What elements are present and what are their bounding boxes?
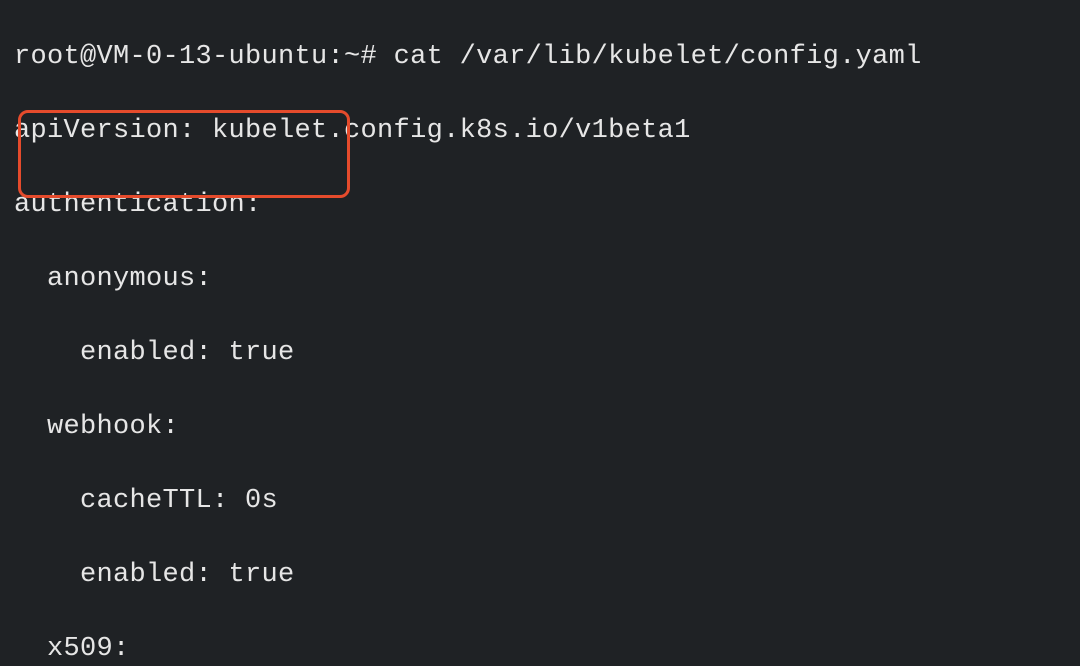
output-line: cacheTTL: 0s: [14, 483, 1066, 520]
output-line: apiVersion: kubelet.config.k8s.io/v1beta…: [14, 113, 1066, 150]
output-line: x509:: [14, 631, 1066, 666]
output-line: enabled: true: [14, 557, 1066, 594]
terminal-output[interactable]: root@VM-0-13-ubuntu:~# cat /var/lib/kube…: [0, 0, 1080, 666]
output-line: anonymous:: [14, 261, 1066, 298]
command-line: root@VM-0-13-ubuntu:~# cat /var/lib/kube…: [14, 39, 1066, 76]
output-line: enabled: true: [14, 335, 1066, 372]
output-line: webhook:: [14, 409, 1066, 446]
shell-prompt: root@VM-0-13-ubuntu:~#: [14, 42, 394, 72]
output-line: authentication:: [14, 187, 1066, 224]
command-text: cat /var/lib/kubelet/config.yaml: [394, 42, 922, 72]
